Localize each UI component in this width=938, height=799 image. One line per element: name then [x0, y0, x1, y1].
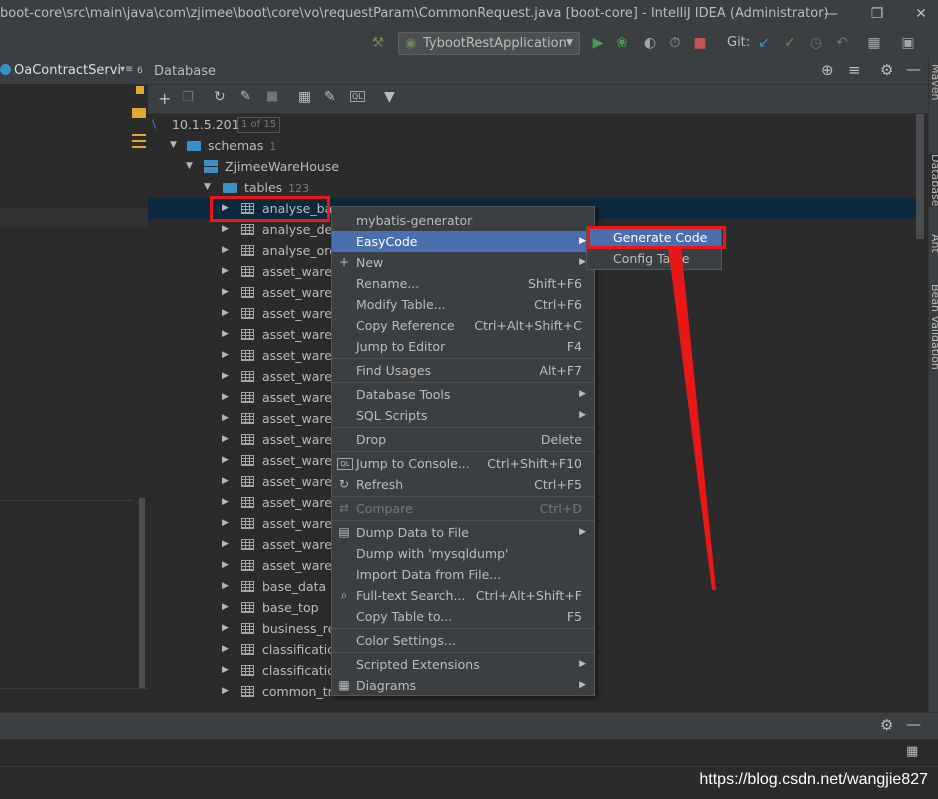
watermark: https://blog.csdn.net/wangjie827 — [699, 771, 928, 788]
arrow-shape — [668, 246, 716, 590]
bottom-panel-header: ⚙ — — [0, 712, 938, 740]
annotation-arrow — [668, 246, 716, 590]
hide-panel-icon[interactable]: — — [906, 715, 921, 733]
bottom-divider — [0, 766, 938, 767]
layout-icon[interactable]: ▦ — [906, 744, 918, 759]
gear-icon[interactable]: ⚙ — [880, 716, 893, 734]
